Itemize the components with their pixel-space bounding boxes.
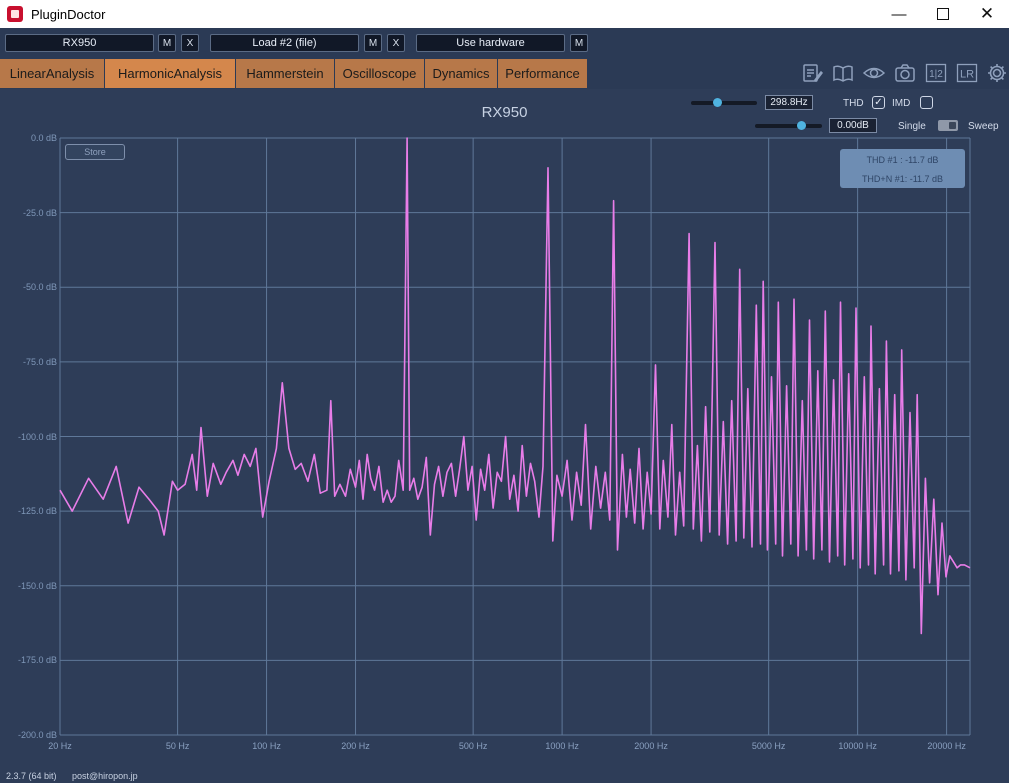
y-tick-label: -50.0 dB [22,282,57,293]
y-tick-label: 0.0 dB [30,133,57,143]
version-label: 2.3.7 (64 bit) [6,771,57,781]
y-tick-label: -125.0 dB [17,506,57,517]
x-tick-label: 10000 Hz [838,741,877,751]
x-tick-label: 20 Hz [48,741,72,751]
y-tick-label: -75.0 dB [22,356,57,367]
y-tick-label: -100.0 dB [17,431,57,442]
x-tick-label: 2000 Hz [634,741,668,751]
y-tick-label: -25.0 dB [22,207,57,218]
harmonic-spectrum-plot [59,137,971,736]
x-tick-label: 5000 Hz [751,741,786,751]
thdn-readout: THD+N #1: -11.7 dB [861,174,944,184]
x-tick-label: 500 Hz [458,741,488,751]
x-tick-label: 100 Hz [252,741,281,751]
x-tick-label: 200 Hz [341,741,370,751]
y-tick-label: -175.0 dB [17,655,57,666]
y-tick-label: -200.0 dB [17,730,57,740]
x-tick-label: 50 Hz [165,741,190,751]
x-tick-label: 20000 Hz [927,741,966,751]
y-tick-label: -150.0 dB [17,580,57,591]
thd-readout: THD #1 : -11.7 dB [866,155,939,165]
x-tick-label: 1000 Hz [545,741,579,751]
author-email: post@hiropon.jp [72,771,138,781]
thd-readout-panel: THD #1 : -11.7 dB THD+N #1: -11.7 dB [840,149,965,188]
store-button[interactable]: Store [65,144,125,160]
